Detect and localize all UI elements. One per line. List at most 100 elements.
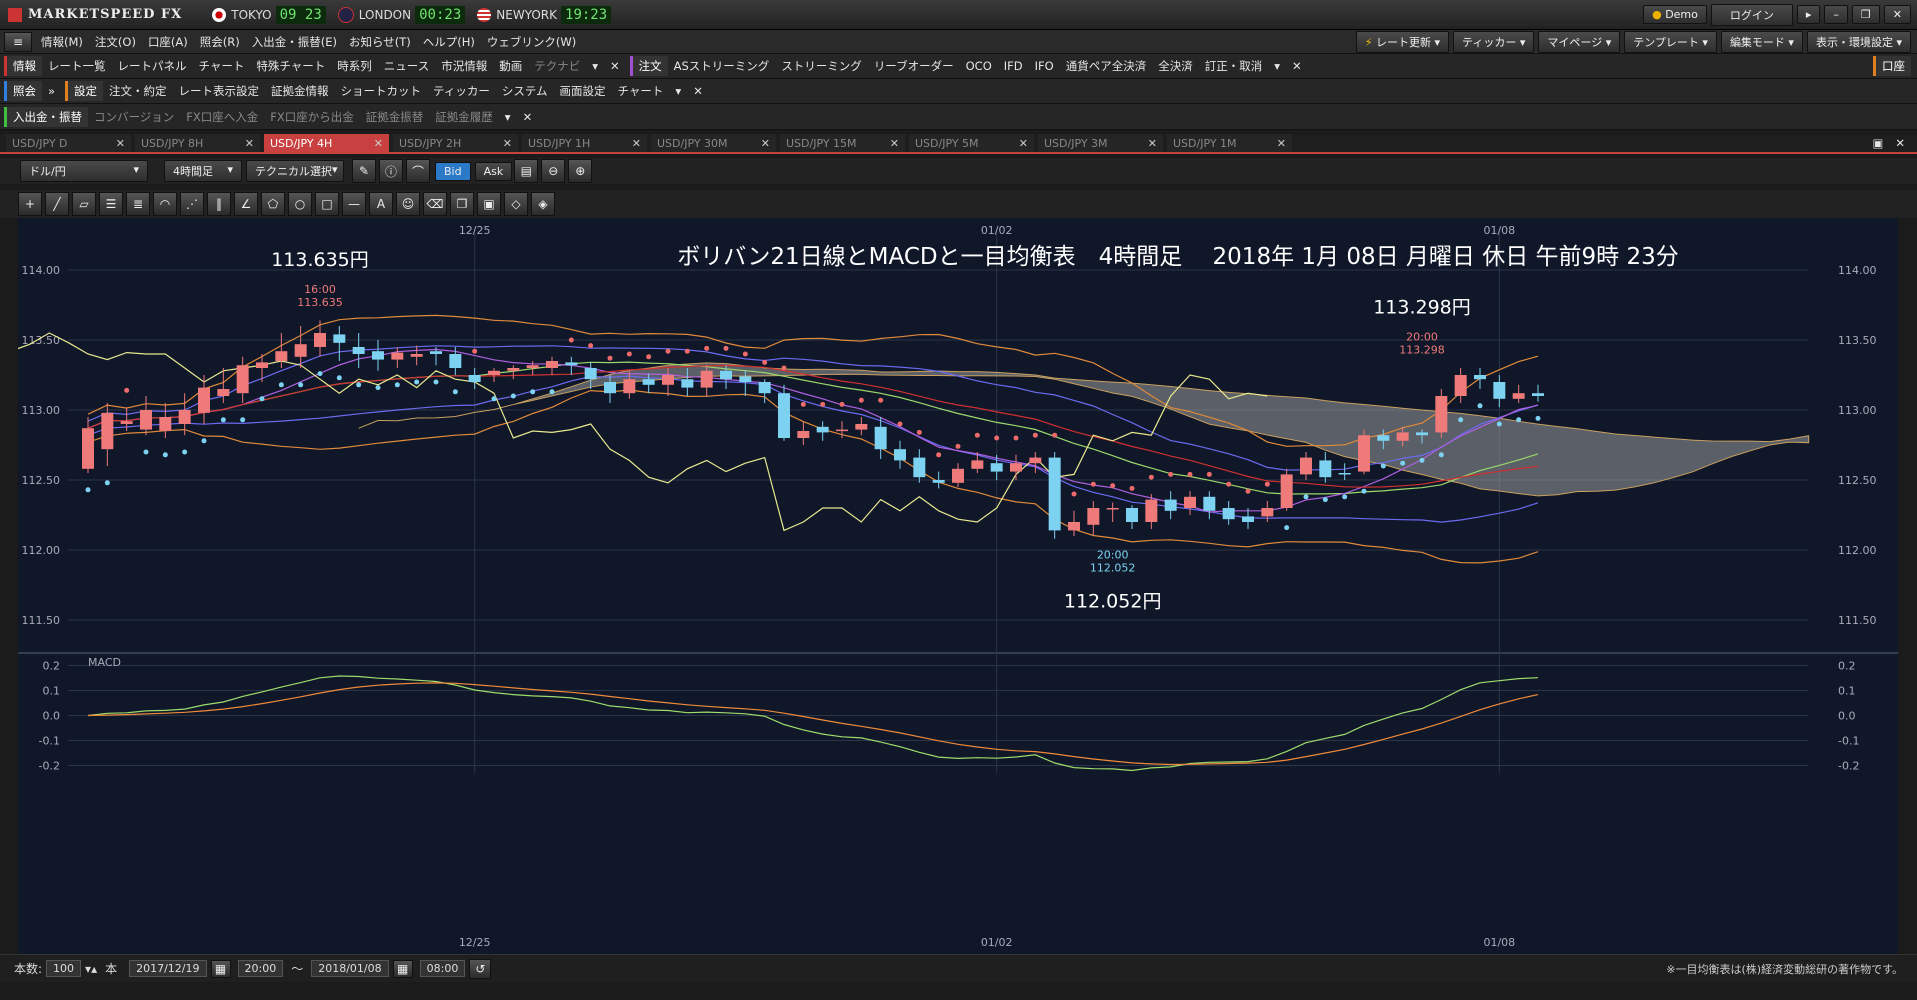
tb-close-all[interactable]: 全決済 [1152, 58, 1199, 74]
tb3-dropdown-icon[interactable]: ▾ [499, 110, 517, 124]
tb1-close-icon[interactable]: ✕ [604, 59, 626, 73]
minimize-icon[interactable]: – [1824, 5, 1848, 24]
pen-icon[interactable]: ✎ [352, 159, 376, 183]
tab-usdjpy-3m[interactable]: USD/JPY 3M ✕ [1038, 134, 1163, 152]
close-icon[interactable]: ✕ [374, 137, 383, 150]
menu-notice[interactable]: お知らせ(T) [343, 34, 417, 50]
rectangle-icon[interactable]: □ [315, 192, 339, 216]
menu-deposit[interactable]: 入出金・振替(E) [246, 34, 343, 50]
close-icon[interactable]: ✕ [116, 137, 125, 150]
tb-oco[interactable]: OCO [960, 59, 998, 73]
trendline-icon[interactable]: ╱ [45, 192, 69, 216]
hamburger-menu-icon[interactable]: ≡ [4, 31, 32, 52]
close-icon[interactable]: ✕ [632, 137, 641, 150]
bid-button[interactable]: Bid [435, 161, 471, 181]
ticker-button[interactable]: ティッカー ▾ [1453, 30, 1535, 53]
close-icon[interactable]: ✕ [761, 137, 770, 150]
emoji-icon[interactable]: ☺ [396, 192, 420, 216]
tb-rate-panel[interactable]: レートパネル [112, 58, 193, 74]
tb3-close-icon[interactable]: ✕ [517, 110, 539, 124]
close-icon[interactable]: ✕ [1883, 5, 1911, 24]
tb-leave-order[interactable]: リーブオーダー [868, 58, 960, 74]
edit-mode-button[interactable]: 編集モード ▾ [1720, 30, 1803, 53]
tb-ifo[interactable]: IFO [1029, 59, 1060, 73]
display-settings-button[interactable]: 表示・環境設定 ▾ [1806, 30, 1911, 53]
menu-account[interactable]: 口座(A) [142, 34, 194, 50]
close-icon[interactable]: ✕ [1019, 137, 1028, 150]
arc-icon[interactable]: ◠ [153, 192, 177, 216]
tb-conversion[interactable]: コンバージョン [88, 109, 180, 125]
tb1b-dropdown-icon[interactable]: ▾ [1268, 59, 1286, 73]
login-button[interactable]: ログイン [1710, 3, 1793, 26]
window-close-icon[interactable]: ✕ [1889, 136, 1911, 150]
tb-margin-transfer[interactable]: 証拠金振替 [360, 109, 430, 125]
tab-usdjpy-d[interactable]: USD/JPY D ✕ [6, 134, 131, 152]
tb2-dropdown-icon[interactable]: ▾ [669, 84, 687, 98]
restore-icon[interactable]: ❐ [1851, 5, 1880, 24]
chart-mode-icon[interactable]: ▤ [514, 159, 539, 183]
tb-market-info[interactable]: 市況情報 [435, 58, 493, 74]
tb-ticker[interactable]: ティッカー [427, 83, 496, 99]
copy-icon[interactable]: ❐ [450, 192, 474, 216]
tb-ifd[interactable]: IFD [998, 59, 1029, 73]
tab-usdjpy-4h[interactable]: USD/JPY 4H ✕ [264, 134, 389, 152]
close-icon[interactable]: ✕ [245, 137, 254, 150]
tb-margin-history[interactable]: 証拠金履歴 [429, 109, 499, 125]
close-icon[interactable]: ✕ [890, 137, 899, 150]
tb-system[interactable]: システム [496, 83, 554, 99]
eraser-icon[interactable]: ◇ [504, 192, 528, 216]
template-button[interactable]: テンプレート ▾ [1624, 30, 1717, 53]
price-chart[interactable]: 111.50 111.50 112.00 112.00 112.50 112.50 113.… [18, 218, 1898, 954]
menu-order[interactable]: 注文(O) [89, 34, 142, 50]
to-time-input[interactable]: 08:00 [419, 960, 466, 977]
tab-usdjpy-15m[interactable]: USD/JPY 15M ✕ [780, 134, 905, 152]
tb-deposit-fx[interactable]: FX口座へ入金 [180, 109, 264, 125]
tb1-dropdown-icon[interactable]: ▾ [586, 59, 604, 73]
rate-update-button[interactable]: ⚡ レート更新 ▾ [1355, 30, 1450, 53]
currency-select[interactable]: ドル/円 ▾ [20, 160, 148, 182]
tb-chart[interactable]: チャート [193, 58, 251, 74]
calendar-icon[interactable]: ▦ [210, 959, 231, 978]
window-maximize-icon[interactable]: ▣ [1866, 136, 1889, 150]
paste-icon[interactable]: ▣ [477, 192, 501, 216]
tb-as-streaming[interactable]: ASストリーミング [668, 58, 776, 74]
tb-screen-settings[interactable]: 画面設定 [554, 83, 612, 99]
refresh-icon[interactable]: ↺ [469, 958, 492, 979]
delete-one-icon[interactable]: ⌫ [423, 192, 447, 216]
mypage-button[interactable]: マイページ ▾ [1538, 30, 1621, 53]
tab-usdjpy-1h[interactable]: USD/JPY 1H ✕ [522, 134, 647, 152]
tb-special-chart[interactable]: 特殊チャート [250, 58, 331, 74]
count-input[interactable]: 100 [46, 960, 82, 977]
tb2-close-icon[interactable]: ✕ [687, 84, 709, 98]
tb-shortcut[interactable]: ショートカット [335, 83, 428, 99]
ask-button[interactable]: Ask [474, 161, 513, 181]
tb2-more-icon[interactable]: » [42, 84, 61, 98]
eraser-all-icon[interactable]: ◈ [531, 192, 555, 216]
to-date-input[interactable]: 2018/01/08 [311, 960, 389, 977]
tb-video[interactable]: 動画 [493, 58, 528, 74]
count-stepper[interactable]: ▾▴ [85, 962, 97, 976]
tb-streaming[interactable]: ストリーミング [775, 58, 868, 74]
menu-weblink[interactable]: ウェブリンク(W) [481, 34, 582, 50]
tab-usdjpy-5m[interactable]: USD/JPY 5M ✕ [909, 134, 1034, 152]
tb-technavi[interactable]: テクナビ [528, 58, 586, 74]
text-icon[interactable]: A [369, 192, 393, 216]
close-icon[interactable]: ✕ [1148, 137, 1157, 150]
from-date-input[interactable]: 2017/12/19 [129, 960, 207, 977]
tb-withdraw-fx[interactable]: FX口座から出金 [264, 109, 360, 125]
vlines-icon[interactable]: ‖ [207, 192, 231, 216]
menu-query[interactable]: 照会(R) [194, 34, 246, 50]
interval-select[interactable]: 4時間足 ▾ [164, 160, 242, 182]
angle-icon[interactable]: ∠ [234, 192, 258, 216]
tb-timeseries[interactable]: 時系列 [331, 58, 378, 74]
from-time-input[interactable]: 20:00 [237, 960, 284, 977]
tb-rate-display[interactable]: レート表示設定 [173, 83, 266, 99]
tb-modify-cancel[interactable]: 訂正・取消 [1199, 58, 1269, 74]
demo-button[interactable]: ● Demo [1643, 5, 1707, 24]
technical-select[interactable]: テクニカル選択 ▾ [246, 160, 344, 182]
tb-rate-list[interactable]: レート一覧 [42, 58, 112, 74]
crosshair-icon[interactable]: + [18, 192, 42, 216]
menu-help[interactable]: ヘルプ(H) [417, 34, 481, 50]
account-button[interactable]: 口座 [1873, 56, 1911, 76]
channel-icon[interactable]: ≣ [126, 192, 150, 216]
